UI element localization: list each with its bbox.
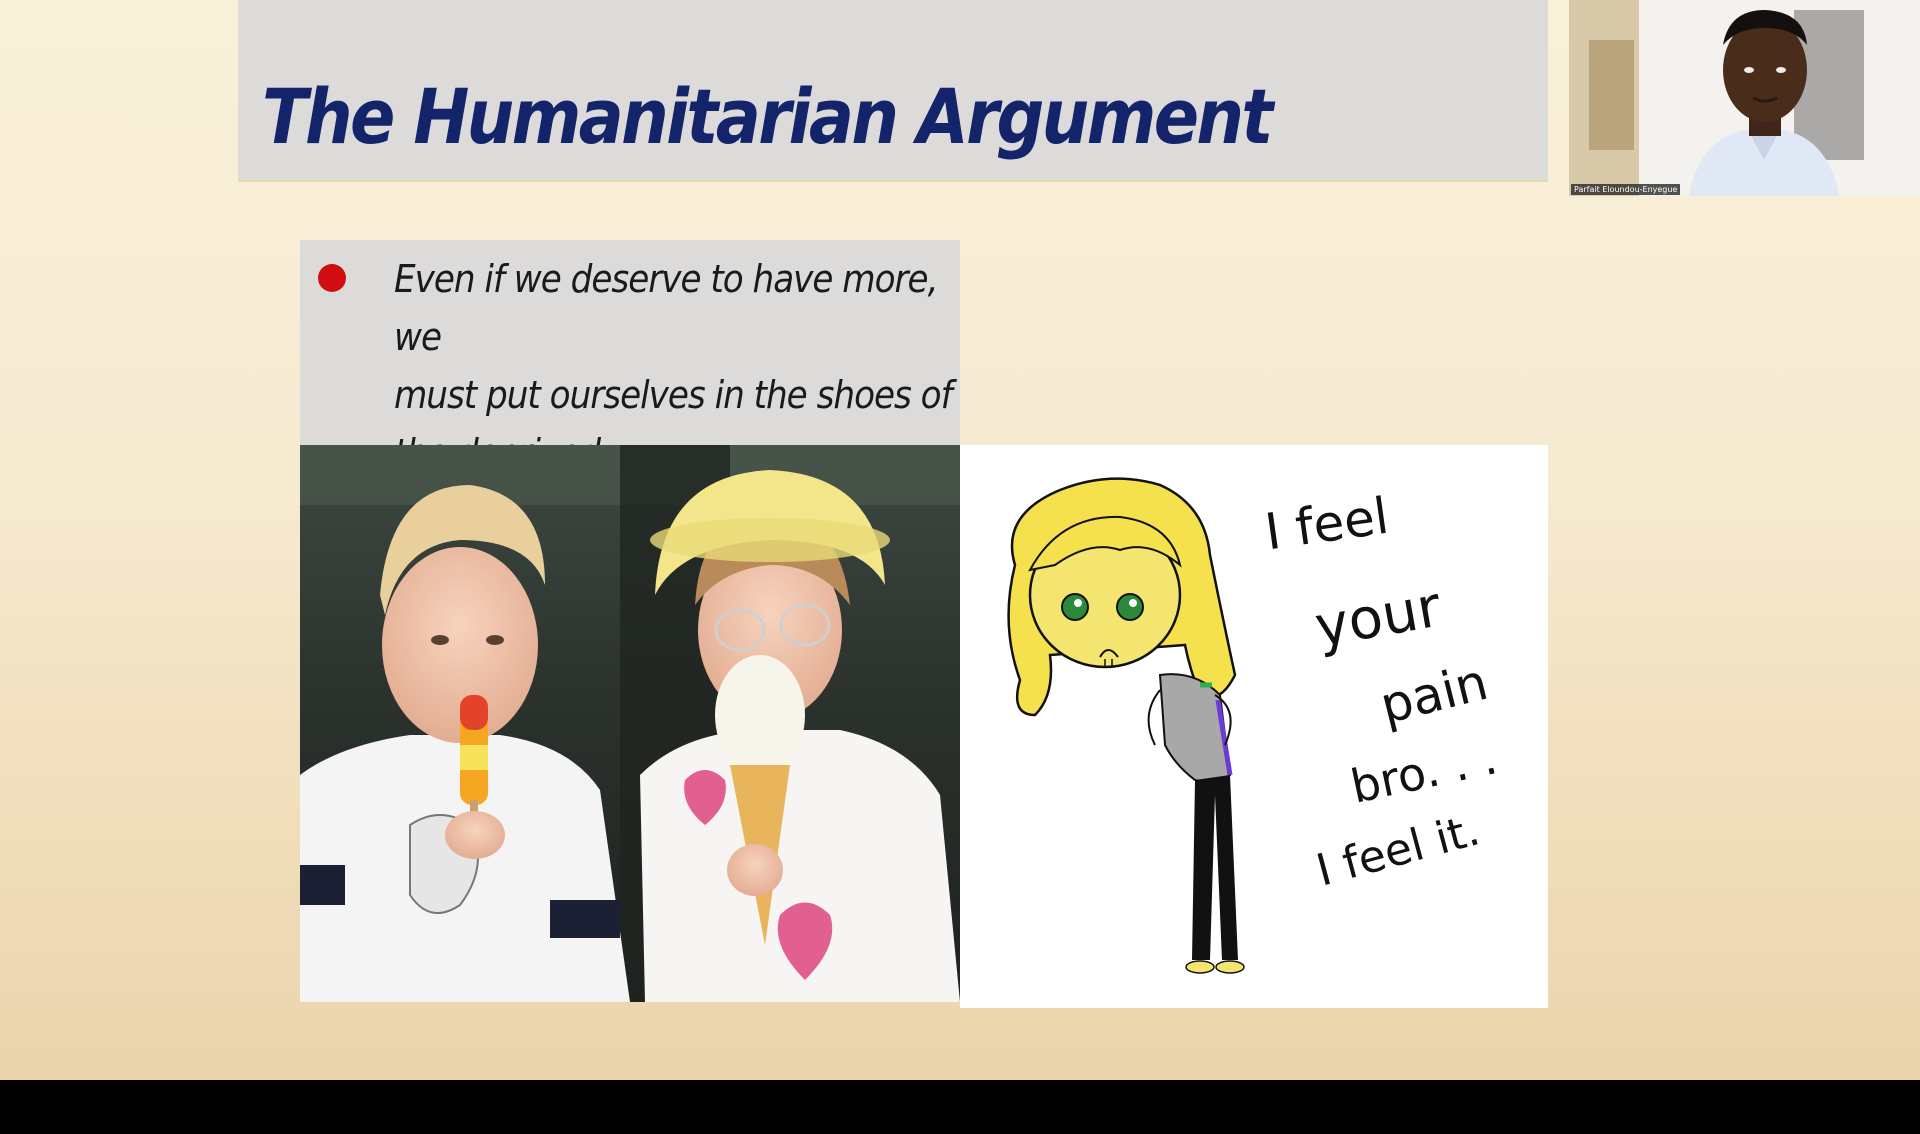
- participant-name-label: Parfait Eloundou-Enyegue: [1571, 184, 1681, 195]
- bullet-line: must put ourselves in the shoes of: [394, 373, 953, 417]
- bullet-box: Even if we deserve to have more, we must…: [300, 240, 960, 475]
- bullet-line: Even if we deserve to have more, we: [394, 257, 938, 359]
- slide-title: The Humanitarian Argument: [262, 72, 1273, 161]
- children-eating-ice-cream-photo-icon: [300, 445, 960, 1002]
- sad-girl-cartoon-icon: [1007, 477, 1245, 974]
- children-ice-cream-photo: [300, 445, 960, 1002]
- participant-video-tile[interactable]: Parfait Eloundou-Enyegue: [1569, 0, 1920, 196]
- presentation-slide: The Humanitarian Argument Even if we des…: [0, 0, 1920, 1080]
- cartoon-panel: I feel your pain bro. . . I feel it.: [960, 445, 1548, 1008]
- bottom-black-bar: [0, 1080, 1920, 1134]
- bullet-marker: [318, 264, 346, 292]
- participant-video-icon: [1569, 0, 1920, 196]
